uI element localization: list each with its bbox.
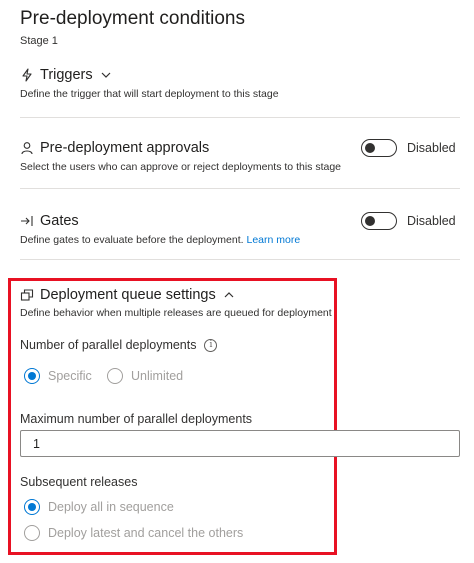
max-parallel-input[interactable]: 1 [20,430,460,457]
gates-description-row: Define gates to evaluate before the depl… [20,234,300,246]
divider [20,259,460,260]
radio-unlimited[interactable]: Unlimited [107,368,183,384]
toggle-knob [365,216,375,226]
queue-label: Deployment queue settings [40,287,216,303]
divider [20,117,460,118]
radio-button[interactable] [107,368,123,384]
parallel-deployments-label-row: Number of parallel deployments i [20,338,218,352]
radio-specific[interactable]: Specific [24,368,92,384]
divider [20,188,460,189]
chevron-down-icon[interactable] [99,68,113,82]
arrow-into-bar-icon [20,214,34,228]
radio-deploy-sequence-label: Deploy all in sequence [48,500,174,514]
gates-label: Gates [40,213,79,229]
radio-dot [28,503,36,511]
gates-toggle-group: Disabled [361,212,456,230]
radio-deploy-latest-label: Deploy latest and cancel the others [48,526,244,540]
stacked-windows-icon [20,288,34,302]
radio-deploy-latest[interactable]: Deploy latest and cancel the others [24,525,243,541]
queue-description: Define behavior when multiple releases a… [20,307,332,319]
learn-more-link[interactable]: Learn more [247,234,301,246]
max-parallel-label: Maximum number of parallel deployments [20,412,253,426]
approvals-description: Select the users who can approve or reje… [20,161,342,173]
gates-toggle[interactable] [361,212,397,230]
page-title: Pre-deployment conditions [20,8,245,29]
radio-button[interactable] [24,525,40,541]
gates-description: Define gates to evaluate before the depl… [20,234,244,246]
chevron-up-icon[interactable] [222,288,236,302]
triggers-description: Define the trigger that will start deplo… [20,88,279,100]
approvals-toggle-group: Disabled [361,139,456,157]
info-icon[interactable]: i [204,338,218,352]
approvals-toggle[interactable] [361,139,397,157]
radio-deploy-sequence[interactable]: Deploy all in sequence [24,499,174,515]
lightning-icon [20,68,34,82]
radio-specific-label: Specific [48,369,92,383]
person-icon [20,141,34,155]
gates-toggle-state: Disabled [407,214,456,228]
stage-name: Stage 1 [20,35,58,47]
radio-button[interactable] [24,499,40,515]
radio-unlimited-label: Unlimited [131,369,184,383]
approvals-header: Pre-deployment approvals [20,140,209,156]
toggle-knob [365,143,375,153]
radio-button[interactable] [24,368,40,384]
approvals-label: Pre-deployment approvals [40,140,210,156]
parallel-deployments-label: Number of parallel deployments [20,338,197,352]
triggers-label: Triggers [40,67,93,83]
subsequent-releases-label: Subsequent releases [20,475,138,489]
approvals-toggle-state: Disabled [407,141,456,155]
queue-header[interactable]: Deployment queue settings [20,287,236,303]
gates-header: Gates [20,213,79,229]
triggers-header[interactable]: Triggers [20,67,113,83]
radio-dot [28,372,36,380]
